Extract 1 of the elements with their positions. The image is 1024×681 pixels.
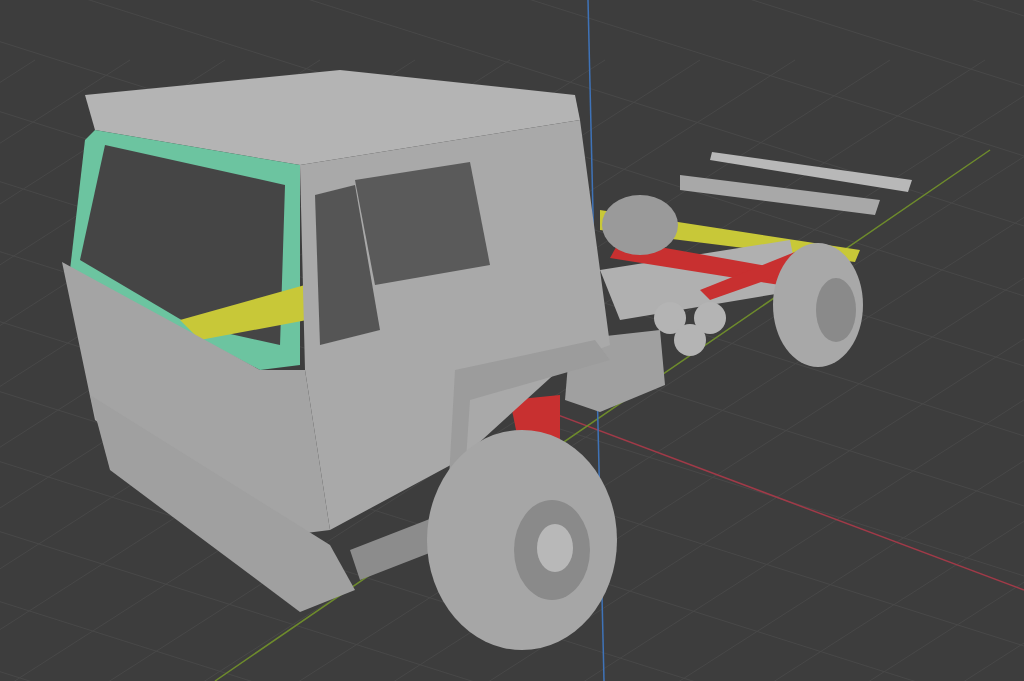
viewport-background[interactable] (0, 0, 1024, 681)
